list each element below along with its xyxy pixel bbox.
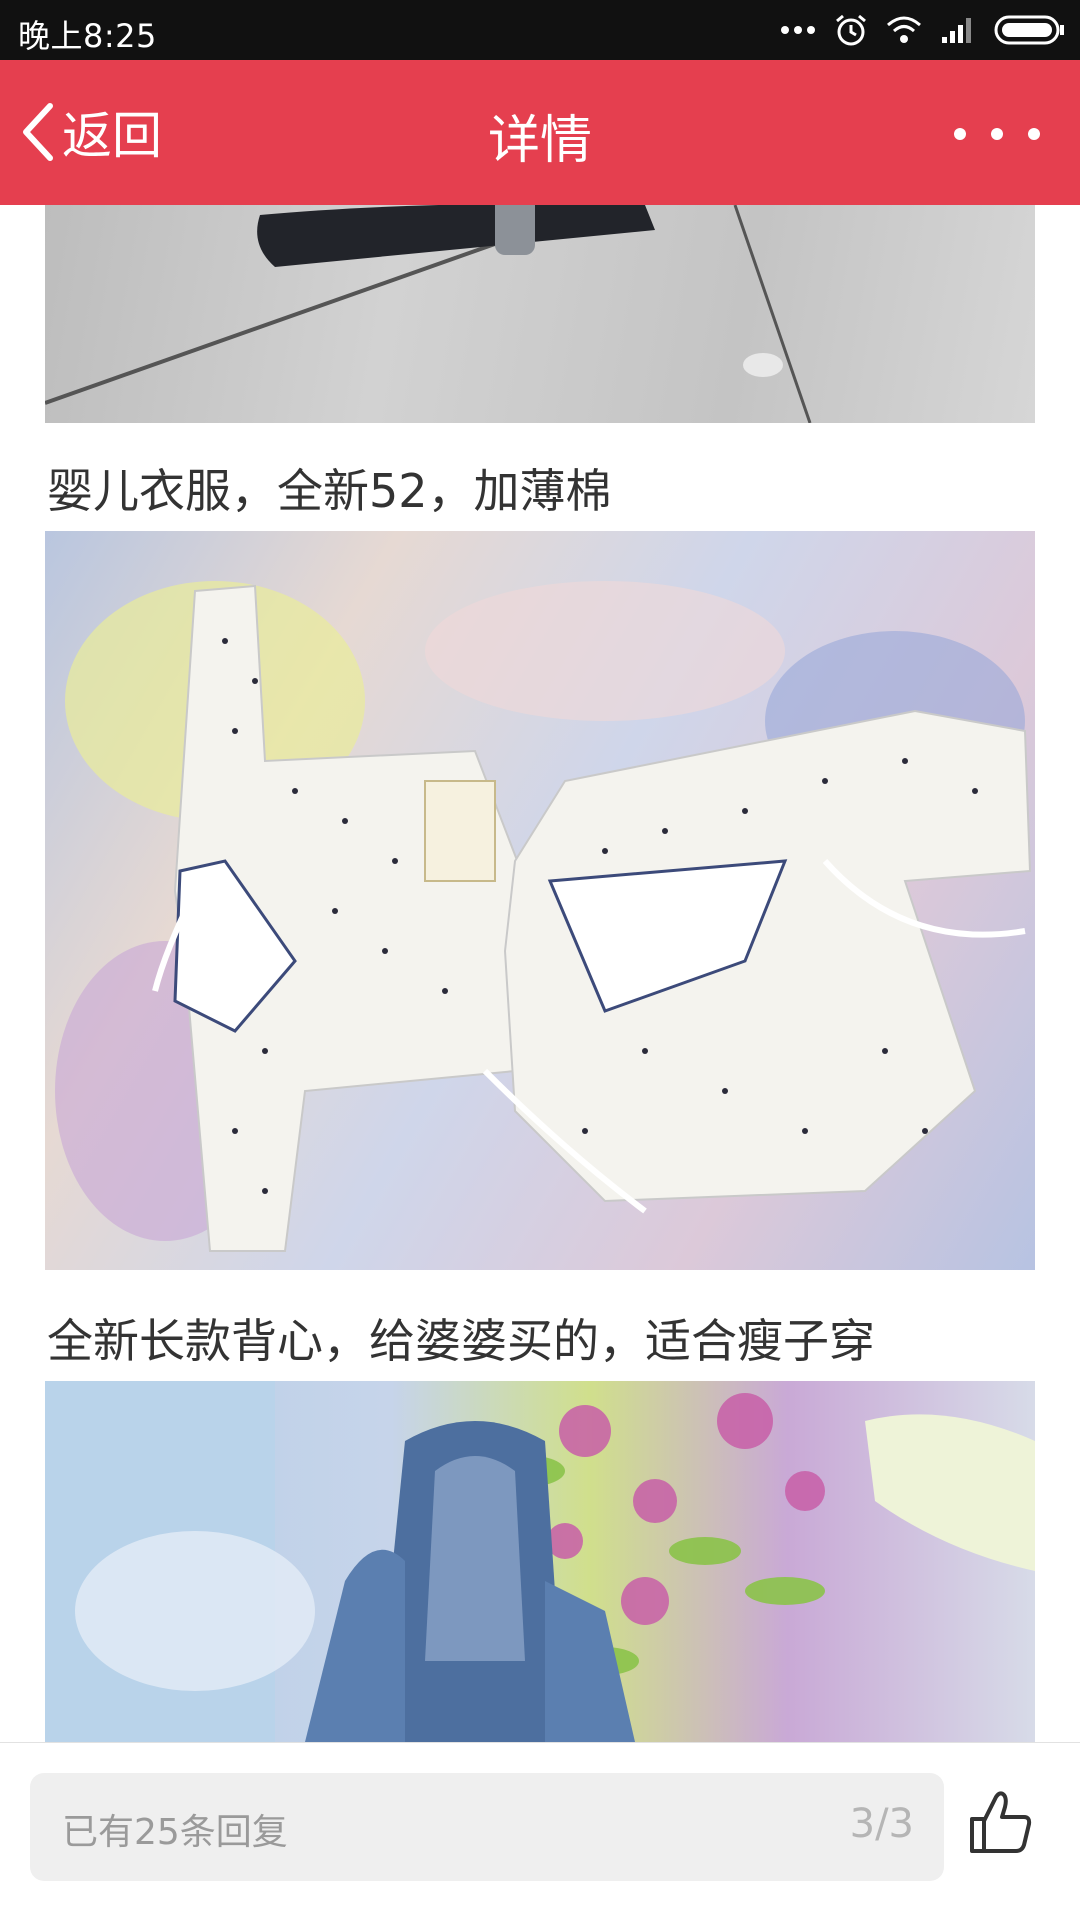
vest-photo-illustration [45,1381,1035,1742]
post-caption: 全新长款背心，给婆婆买的，适合瘦子穿 [47,1314,875,1368]
bottom-bar: 已有25条回复 3/3 [0,1742,1080,1921]
like-button[interactable] [966,1787,1036,1857]
status-bar: 晚上8:25 [0,0,1080,60]
signal-icon [942,18,971,43]
floor-photo-illustration [45,205,812,423]
post-photo[interactable] [45,1381,1035,1742]
nav-bar: 返回 详情 [0,60,1080,205]
battery-icon [994,15,1064,45]
post-caption: 婴儿衣服，全新52，加薄棉 [47,464,612,518]
more-button[interactable] [954,112,1040,156]
post-photo[interactable] [45,205,1035,423]
page-title: 详情 [487,111,592,171]
alarm-icon [836,14,866,46]
reply-count-text: 已有25条回复 [62,1812,288,1853]
thumbs-up-icon [970,1791,1032,1853]
baby-clothes-photo-illustration [55,581,1032,1252]
post-photo[interactable] [45,531,1035,1270]
page-indicator: 3/3 [849,1801,914,1847]
more-icon [954,128,966,140]
status-time: 晚上8:25 [18,17,157,55]
reply-input[interactable]: 已有25条回复 3/3 [30,1773,944,1881]
post-content[interactable]: 婴儿衣服，全新52，加薄棉 全新长款背心，给婆婆买的，适合瘦子穿 [0,205,1080,1742]
more-dots-icon [781,26,815,34]
status-icons [780,10,1066,50]
wifi-icon [887,16,921,43]
